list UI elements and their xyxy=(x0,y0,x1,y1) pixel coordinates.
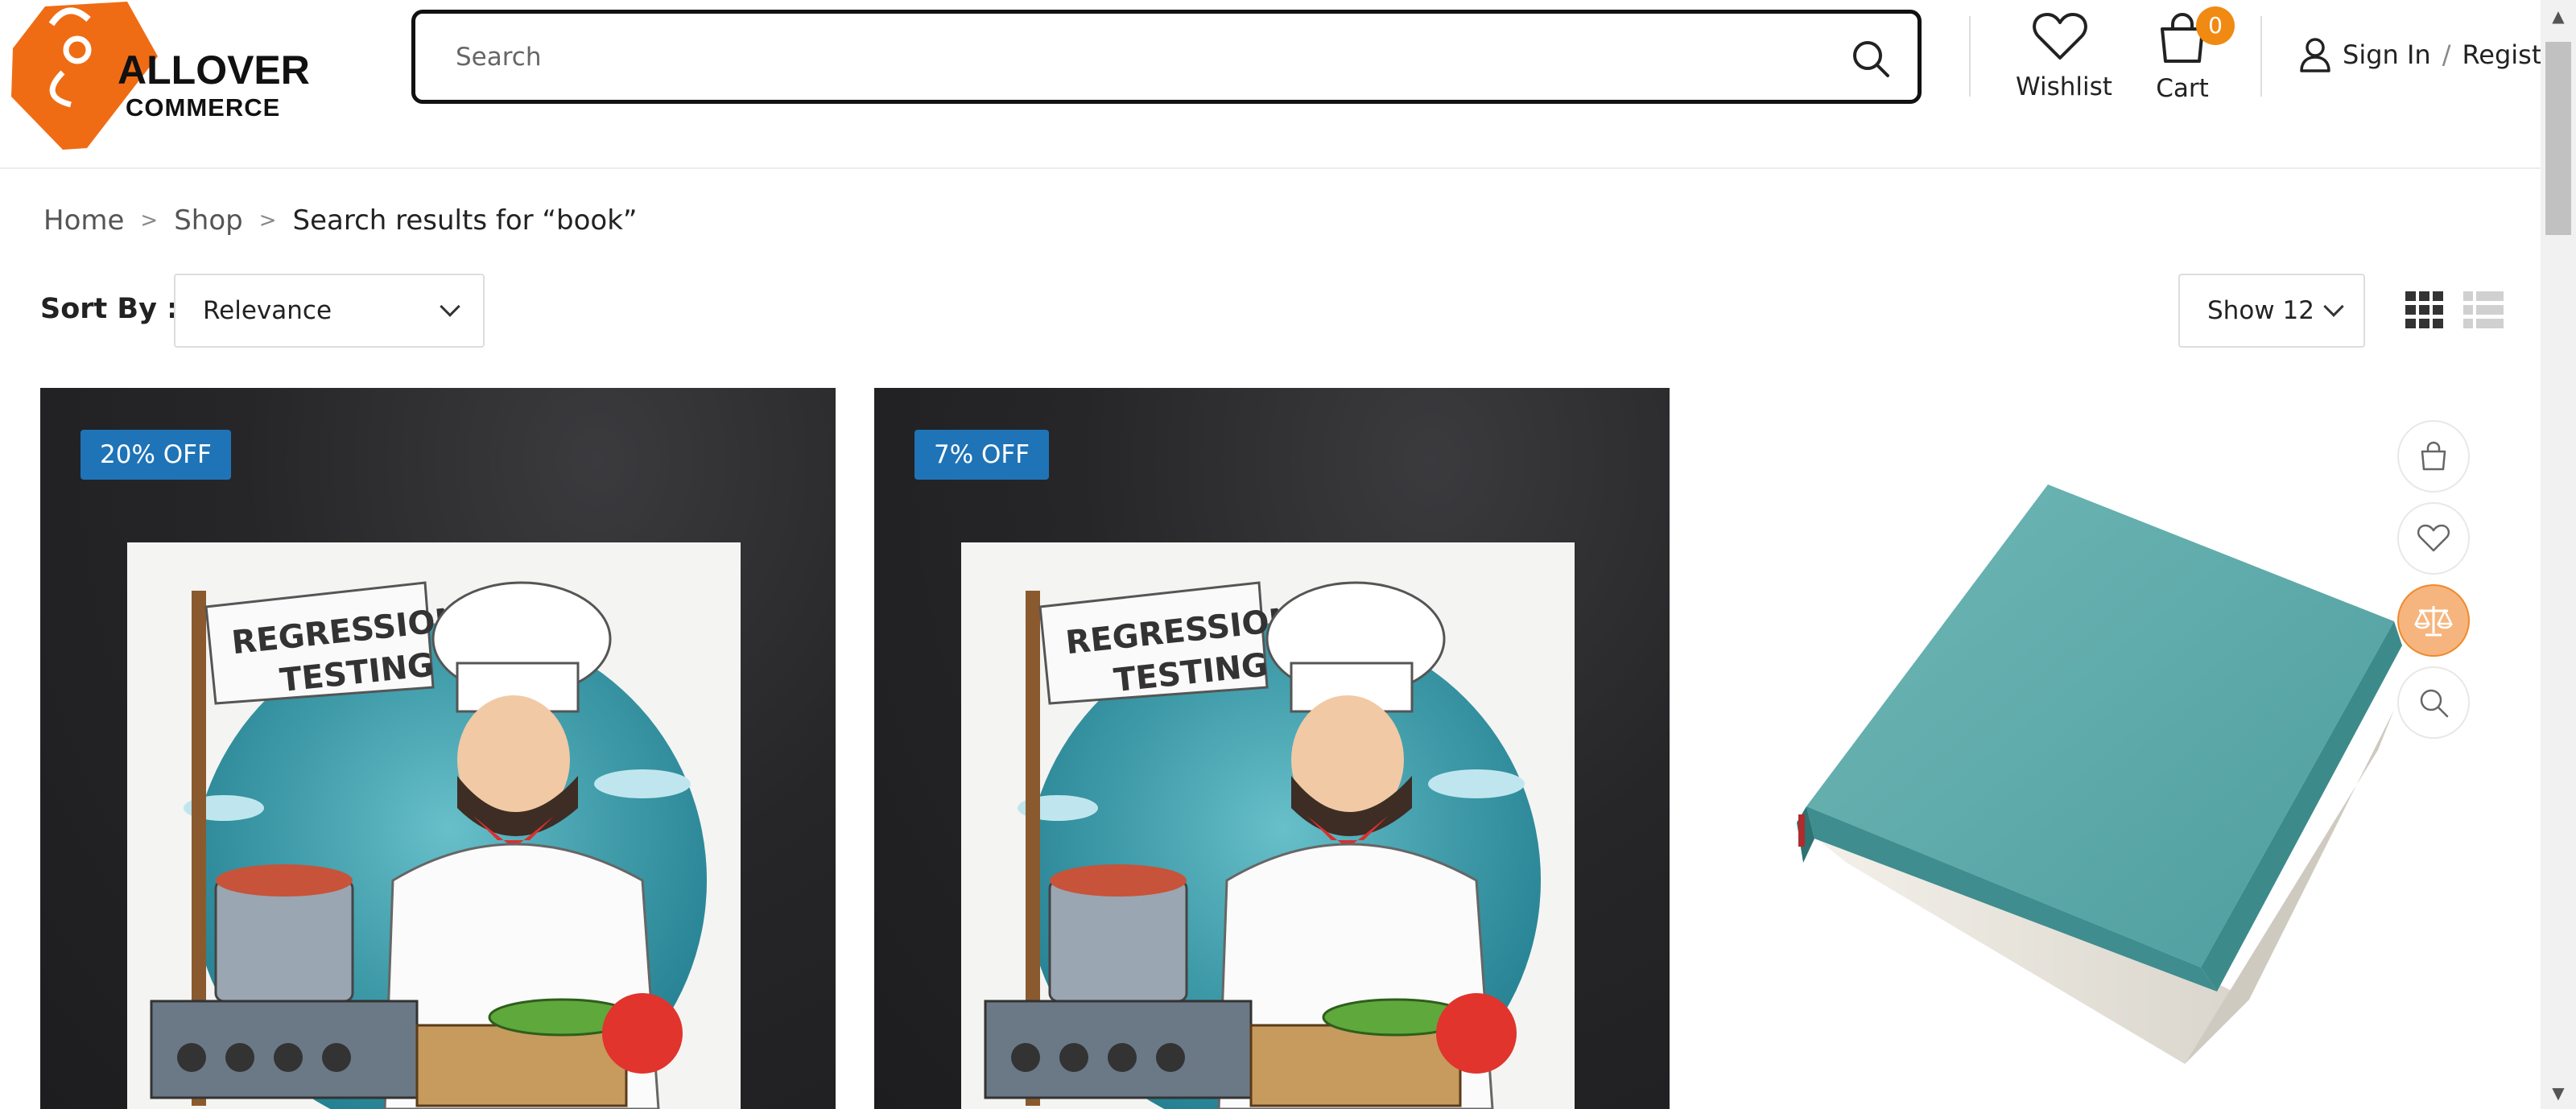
discount-badge: 7% OFF xyxy=(914,430,1050,480)
logo-line1: ALLOVER xyxy=(118,47,310,93)
chevron-right-icon: > xyxy=(258,208,277,233)
search-input[interactable] xyxy=(456,14,1824,100)
search-icon xyxy=(2420,689,2449,718)
search-bar xyxy=(411,10,1922,104)
chevron-down-icon xyxy=(2323,296,2344,317)
page-scrollbar[interactable]: ▲ ▼ xyxy=(2541,0,2576,1109)
product-card[interactable]: REGRESSION TESTING 20% OFF xyxy=(40,388,836,1109)
account-links: Sign In / Register xyxy=(2299,37,2568,72)
heart-icon xyxy=(2417,524,2450,552)
cart-button[interactable]: 0 Cart xyxy=(2146,6,2235,103)
discount-badge: 20% OFF xyxy=(80,430,231,480)
allover-commerce-logo[interactable]: ALLOVER COMMERCE xyxy=(6,0,310,153)
grid-view-icon[interactable] xyxy=(2405,291,2444,328)
breadcrumb: Home > Shop > Search results for “book” xyxy=(43,204,638,237)
heart-icon xyxy=(2033,13,2087,60)
breadcrumb-current: Search results for “book” xyxy=(292,204,638,237)
quick-view-button[interactable] xyxy=(2397,666,2470,739)
user-icon xyxy=(2300,38,2330,72)
breadcrumb-home[interactable]: Home xyxy=(43,204,124,237)
scroll-up-arrow-icon[interactable]: ▲ xyxy=(2541,0,2576,32)
product-card[interactable]: REGRESSION TESTING 7% OFF xyxy=(874,388,1670,1109)
show-count-select[interactable]: Show 12 xyxy=(2178,274,2365,348)
regression-testing-chef-image: REGRESSION TESTING xyxy=(127,542,741,1109)
cart-label: Cart xyxy=(2156,74,2209,103)
product-image[interactable]: REGRESSION TESTING 7% OFF xyxy=(874,388,1670,1109)
shopping-bag-icon xyxy=(2421,441,2446,471)
site-header: ALLOVER COMMERCE Wishlist 0 Cart Sign In… xyxy=(0,0,2568,169)
teal-book-image[interactable] xyxy=(1782,484,2410,1064)
add-to-cart-button[interactable] xyxy=(2397,420,2470,493)
show-count-value: Show 12 xyxy=(2207,296,2314,325)
add-to-wishlist-button[interactable] xyxy=(2397,502,2470,575)
chevron-right-icon: > xyxy=(140,208,159,233)
header-divider xyxy=(2260,16,2262,97)
sign-in-link[interactable]: Sign In xyxy=(2343,39,2431,70)
list-view-icon[interactable] xyxy=(2463,291,2504,328)
wishlist-label: Wishlist xyxy=(2016,72,2112,101)
sort-by-label: Sort By : xyxy=(40,293,179,325)
account-separator: / xyxy=(2442,39,2451,70)
compare-scale-icon xyxy=(2414,606,2453,637)
cart-count-badge: 0 xyxy=(2196,6,2235,45)
breadcrumb-shop[interactable]: Shop xyxy=(174,204,243,237)
logo-line2: COMMERCE xyxy=(126,93,281,122)
scroll-down-arrow-icon[interactable]: ▼ xyxy=(2541,1077,2576,1109)
sort-select-value: Relevance xyxy=(203,296,332,325)
header-divider xyxy=(1969,16,1971,97)
search-icon[interactable] xyxy=(1852,39,1890,78)
wishlist-button[interactable]: Wishlist xyxy=(2016,11,2112,101)
chevron-down-icon xyxy=(440,296,460,317)
regression-testing-chef-image: REGRESSION TESTING xyxy=(961,542,1575,1109)
compare-button[interactable] xyxy=(2397,584,2470,657)
product-card[interactable] xyxy=(1678,388,2483,1109)
product-image[interactable]: REGRESSION TESTING 20% OFF xyxy=(40,388,836,1109)
sort-select[interactable]: Relevance xyxy=(174,274,485,348)
scrollbar-thumb[interactable] xyxy=(2545,42,2571,235)
